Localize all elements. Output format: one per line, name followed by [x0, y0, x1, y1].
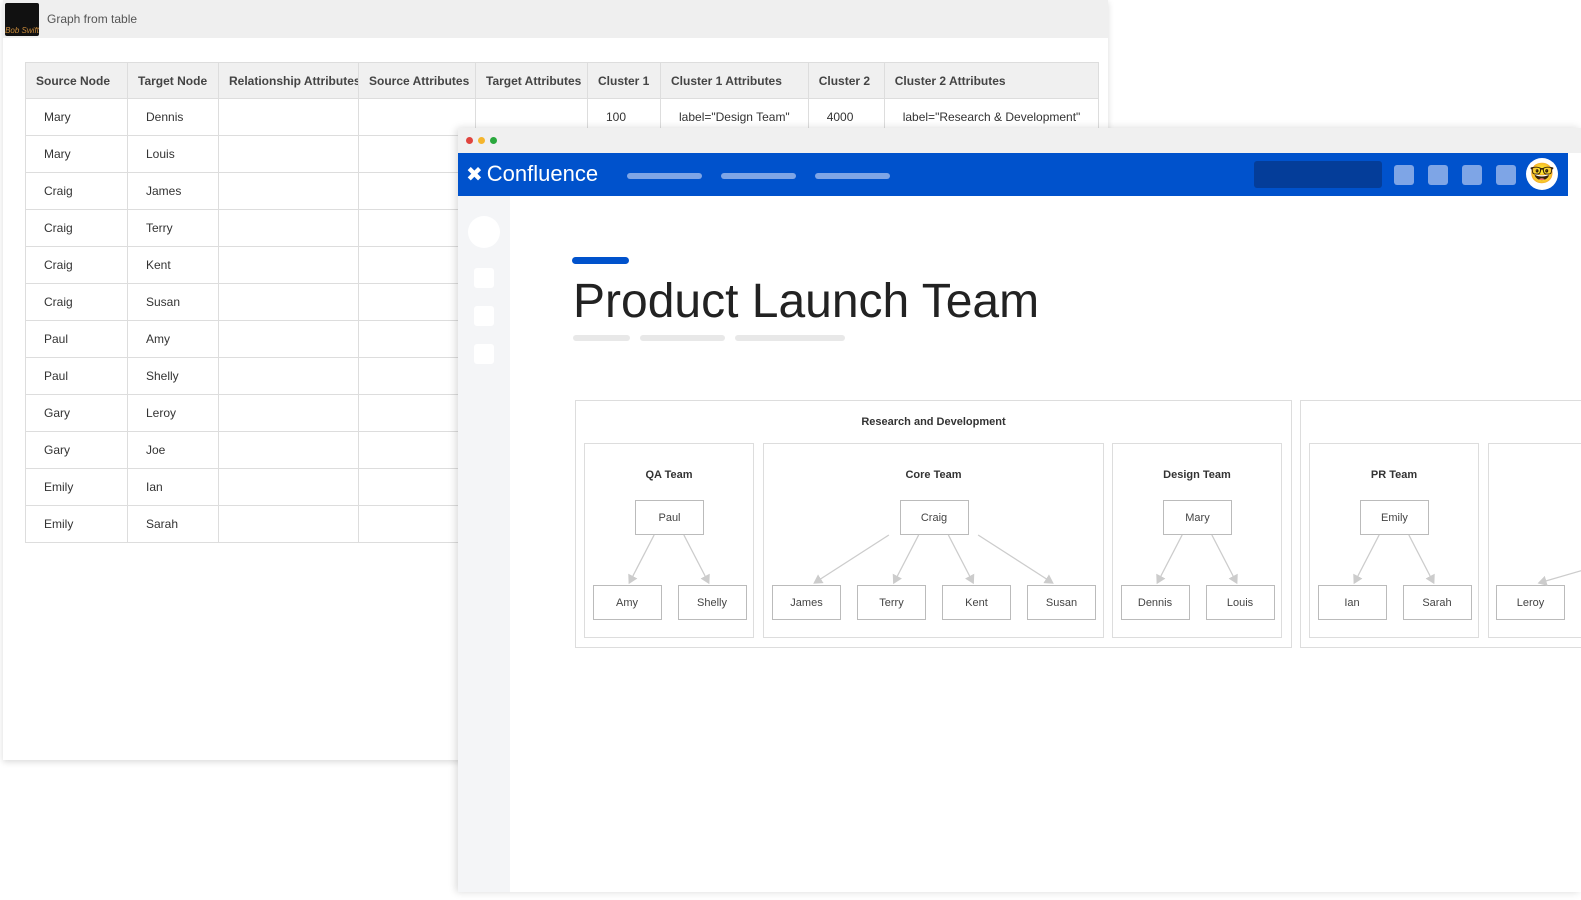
table-cell[interactable]: Terry — [127, 209, 219, 247]
column-header[interactable]: Cluster 1 Attributes — [660, 62, 809, 99]
sidebar-icon[interactable] — [474, 268, 494, 288]
page-title: Product Launch Team — [573, 275, 1040, 328]
graph-node[interactable]: Louis — [1205, 585, 1275, 620]
nav-icon-button[interactable] — [1496, 165, 1516, 185]
column-header[interactable]: Source Node — [25, 62, 128, 99]
column-header[interactable]: Source Attributes — [358, 62, 476, 99]
search-input[interactable] — [1254, 161, 1382, 188]
column-header[interactable]: Target Attributes — [475, 62, 588, 99]
table-cell[interactable]: Craig — [25, 246, 128, 284]
table-cell[interactable]: Craig — [25, 209, 128, 247]
column-header[interactable]: Cluster 2 Attributes — [883, 62, 1100, 99]
team-label: Core Team — [905, 469, 962, 481]
table-cell[interactable]: Shelly — [127, 357, 219, 395]
table-cell[interactable] — [218, 283, 359, 321]
graph-node[interactable]: Leroy — [1496, 585, 1565, 620]
team-label: Design Team — [1163, 469, 1231, 481]
nav-item[interactable] — [627, 173, 702, 179]
table-cell[interactable]: Mary — [25, 135, 128, 173]
table-cell[interactable]: Leroy — [127, 394, 219, 432]
column-header[interactable]: Relationship Attributes — [218, 62, 359, 99]
table-cell[interactable]: Gary — [25, 431, 128, 469]
table-cell[interactable]: Kent — [127, 246, 219, 284]
graph-node[interactable]: Shelly — [677, 585, 747, 620]
confluence-icon: ✖ — [466, 163, 483, 186]
close-window-button[interactable] — [466, 137, 473, 144]
sidebar — [458, 196, 510, 892]
nav-item[interactable] — [721, 173, 796, 179]
page-meta-placeholder — [735, 335, 845, 341]
page-accent-bar — [572, 257, 629, 264]
column-header[interactable]: Cluster 2 — [807, 62, 885, 99]
window-title: Graph from table — [47, 12, 138, 26]
confluence-navbar: ✖ Confluence 🤓 — [458, 153, 1568, 196]
table-cell[interactable]: Craig — [25, 283, 128, 321]
table-cell[interactable] — [218, 320, 359, 358]
window-header: Bob Swift Graph from table — [3, 0, 1108, 38]
confluence-logo[interactable]: ✖ Confluence — [466, 161, 598, 187]
table-cell[interactable]: Louis — [127, 135, 219, 173]
sidebar-space-icon[interactable] — [468, 216, 500, 248]
page-meta-placeholder — [640, 335, 725, 341]
table-cell[interactable] — [218, 431, 359, 469]
user-avatar[interactable]: 🤓 — [1526, 158, 1558, 190]
table-cell[interactable] — [218, 394, 359, 432]
table-cell[interactable]: Paul — [25, 320, 128, 358]
table-cell[interactable]: Emily — [25, 505, 128, 543]
table-cell[interactable] — [218, 468, 359, 506]
table-cell[interactable]: Susan — [127, 283, 219, 321]
table-cell[interactable]: Ian — [127, 468, 219, 506]
table-cell[interactable]: Craig — [25, 172, 128, 210]
team-label: PR Team — [1370, 469, 1418, 481]
page-meta-placeholder — [573, 335, 630, 341]
graph-node[interactable]: Sarah — [1402, 585, 1472, 620]
table-cell[interactable]: Paul — [25, 357, 128, 395]
graph-node[interactable]: Emily — [1360, 500, 1429, 535]
column-header[interactable]: Cluster 1 — [587, 62, 661, 99]
column-header[interactable]: Target Node — [127, 62, 219, 99]
nav-icon-button[interactable] — [1394, 165, 1414, 185]
graph-node[interactable]: Paul — [635, 500, 704, 535]
graph-node[interactable]: Susan — [1027, 585, 1096, 620]
graph-node[interactable]: Craig — [899, 500, 969, 535]
sidebar-icon[interactable] — [474, 306, 494, 326]
table-cell[interactable]: James — [127, 172, 219, 210]
table-cell[interactable]: Joe — [127, 431, 219, 469]
graph-node[interactable]: Amy — [592, 585, 662, 620]
graph-node[interactable]: Ian — [1317, 585, 1387, 620]
brand-name: Confluence — [486, 161, 599, 186]
nav-item[interactable] — [815, 173, 890, 179]
table-cell[interactable] — [218, 135, 359, 173]
minimize-window-button[interactable] — [478, 137, 485, 144]
table-cell[interactable]: Amy — [127, 320, 219, 358]
table-cell[interactable] — [218, 172, 359, 210]
table-cell[interactable]: Emily — [25, 468, 128, 506]
table-cell[interactable] — [218, 246, 359, 284]
graph-node[interactable]: Terry — [857, 585, 926, 620]
table-cell[interactable] — [218, 505, 359, 543]
table-cell[interactable]: Gary — [25, 394, 128, 432]
nav-icon-button[interactable] — [1428, 165, 1448, 185]
graph-node[interactable]: James — [772, 585, 841, 620]
table-cell[interactable] — [218, 209, 359, 247]
nav-icon-button[interactable] — [1462, 165, 1482, 185]
bobswift-logo: Bob Swift — [5, 3, 39, 36]
window-titlebar — [458, 128, 1581, 153]
graph-node[interactable]: Mary — [1163, 500, 1232, 535]
maximize-window-button[interactable] — [490, 137, 497, 144]
graph-node[interactable]: Kent — [942, 585, 1011, 620]
graph-node[interactable]: Dennis — [1120, 585, 1190, 620]
table-cell[interactable]: Dennis — [127, 98, 219, 136]
table-cell[interactable]: Mary — [25, 98, 128, 136]
table-cell[interactable] — [218, 98, 359, 136]
cluster-label: Research and Development — [861, 416, 1006, 428]
table-cell[interactable]: Sarah — [127, 505, 219, 543]
table-cell[interactable] — [218, 357, 359, 395]
sidebar-icon[interactable] — [474, 344, 494, 364]
team-label: QA Team — [645, 469, 693, 481]
